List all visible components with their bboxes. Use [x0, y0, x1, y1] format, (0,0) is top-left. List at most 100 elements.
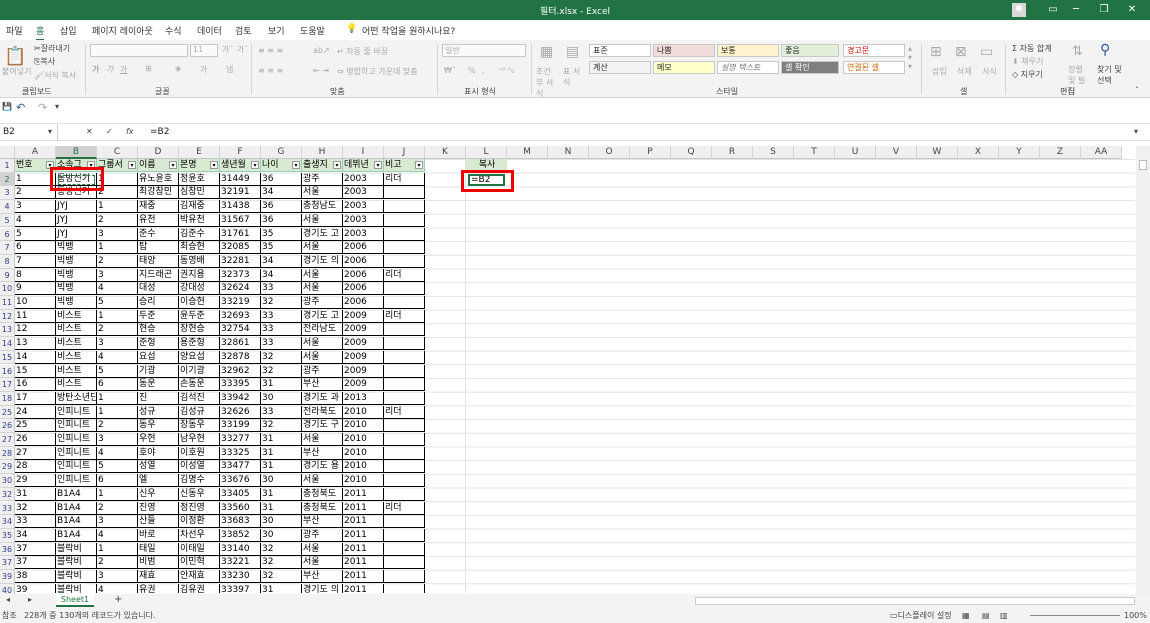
- table-cell[interactable]: 25: [15, 419, 56, 433]
- find-select-button[interactable]: 찾기 및 선택: [1097, 64, 1125, 86]
- table-cell[interactable]: 윤두준: [179, 309, 220, 323]
- table-cell[interactable]: 32373: [220, 268, 261, 282]
- table-cell[interactable]: 부산: [302, 515, 343, 529]
- table-cell[interactable]: 진: [138, 391, 179, 405]
- table-cell[interactable]: 충청북도: [302, 501, 343, 515]
- table-cell[interactable]: 지드래곤: [138, 268, 179, 282]
- table-cell[interactable]: 신우: [138, 487, 179, 501]
- table-cell[interactable]: 이승현: [179, 296, 220, 309]
- table-cell[interactable]: 현승: [138, 323, 179, 337]
- style-linked-cell[interactable]: 연결된 셀: [843, 61, 905, 74]
- table-cell[interactable]: 4: [97, 350, 138, 364]
- table-cell[interactable]: 1: [97, 241, 138, 255]
- table-cell[interactable]: 서울: [302, 542, 343, 556]
- close-button[interactable]: ✕: [1118, 0, 1146, 20]
- table-cell[interactable]: 우현: [138, 433, 179, 446]
- align-top-icon[interactable]: ≡ ≡ ≡: [258, 46, 283, 55]
- table-cell[interactable]: 서울: [302, 241, 343, 255]
- table-cell[interactable]: 33325: [220, 446, 261, 460]
- table-cell[interactable]: 블락비: [56, 542, 97, 556]
- paste-icon[interactable]: 📋: [4, 46, 26, 67]
- table-cell[interactable]: 바로: [138, 528, 179, 542]
- percent-button[interactable]: %: [468, 66, 476, 75]
- table-cell[interactable]: 32: [261, 350, 302, 364]
- row-header[interactable]: 12: [0, 309, 15, 324]
- table-cell[interactable]: 4: [97, 583, 138, 593]
- table-cell[interactable]: 이기광: [179, 364, 220, 378]
- table-cell[interactable]: 서울: [302, 213, 343, 227]
- table-cell[interactable]: 9: [15, 282, 56, 296]
- table-cell[interactable]: 2006: [343, 282, 384, 296]
- column-header-r[interactable]: R: [712, 146, 753, 159]
- table-cell[interactable]: B1A4: [56, 487, 97, 501]
- table-cell[interactable]: 블락비: [56, 570, 97, 583]
- cancel-icon[interactable]: ✕: [86, 127, 93, 136]
- table-cell[interactable]: 1: [97, 487, 138, 501]
- table-cell[interactable]: 인피니트: [56, 405, 97, 419]
- table-cell[interactable]: 32626: [220, 405, 261, 419]
- style-warning[interactable]: 경고문: [843, 44, 905, 57]
- formula-input[interactable]: =B2: [150, 127, 169, 137]
- select-all-corner[interactable]: [0, 146, 15, 159]
- table-cell[interactable]: 32: [261, 542, 302, 556]
- row-header[interactable]: 6: [0, 227, 15, 242]
- table-cell[interactable]: 재중: [138, 200, 179, 214]
- font-grow-icon[interactable]: 가ˆ: [222, 44, 233, 55]
- header-cell[interactable]: 출생지 ▾: [302, 159, 343, 172]
- table-cell[interactable]: 김유권: [179, 583, 220, 593]
- table-cell[interactable]: 정윤호: [179, 172, 220, 186]
- name-box-dropdown-icon[interactable]: ▾: [48, 127, 52, 136]
- table-cell[interactable]: 33852: [220, 528, 261, 542]
- table-cell[interactable]: 33230: [220, 570, 261, 583]
- table-cell[interactable]: 36: [261, 200, 302, 214]
- sheet-tab-sheet1[interactable]: Sheet1: [56, 594, 94, 607]
- table-cell[interactable]: 5: [15, 227, 56, 241]
- table-cell[interactable]: 광주: [302, 172, 343, 186]
- table-cell[interactable]: 경기도 의: [302, 254, 343, 268]
- row-header[interactable]: 17: [0, 378, 15, 392]
- table-cell[interactable]: 2011: [343, 556, 384, 570]
- table-cell[interactable]: 광주: [302, 528, 343, 542]
- row-header[interactable]: 13: [0, 323, 15, 338]
- table-cell[interactable]: 비범: [138, 556, 179, 570]
- table-cell[interactable]: 31567: [220, 213, 261, 227]
- table-cell[interactable]: 2: [97, 501, 138, 515]
- table-cell[interactable]: 32: [261, 364, 302, 378]
- row-header[interactable]: 33: [0, 501, 15, 516]
- table-cell[interactable]: 31: [261, 460, 302, 474]
- table-cell[interactable]: [384, 419, 425, 433]
- tab-formulas[interactable]: 수식: [165, 24, 182, 37]
- table-cell[interactable]: 4: [15, 213, 56, 227]
- table-cell[interactable]: B1A4: [56, 515, 97, 529]
- table-cell[interactable]: 4: [97, 282, 138, 296]
- table-cell[interactable]: [384, 391, 425, 405]
- table-cell[interactable]: 31438: [220, 200, 261, 214]
- table-cell[interactable]: 31449: [220, 172, 261, 186]
- decimal-icon[interactable]: ⁺⁰ ⁰₀: [498, 66, 514, 75]
- table-cell[interactable]: 31: [261, 487, 302, 501]
- table-cell[interactable]: 32962: [220, 364, 261, 378]
- table-cell[interactable]: [384, 350, 425, 364]
- table-cell[interactable]: [384, 227, 425, 241]
- table-cell[interactable]: [384, 213, 425, 227]
- find-select-icon[interactable]: ⚲: [1100, 42, 1110, 58]
- restore-button[interactable]: ❐: [1090, 0, 1118, 20]
- function-icon[interactable]: fx: [126, 127, 134, 136]
- table-cell[interactable]: 32861: [220, 337, 261, 351]
- table-cell[interactable]: 5: [97, 296, 138, 309]
- table-cell[interactable]: 재효: [138, 570, 179, 583]
- table-cell[interactable]: 김명수: [179, 474, 220, 488]
- table-cell[interactable]: 이태일: [179, 542, 220, 556]
- table-cell[interactable]: 두준: [138, 309, 179, 323]
- table-cell[interactable]: 33219: [220, 296, 261, 309]
- filter-dropdown-icon[interactable]: ▾: [169, 161, 177, 169]
- table-cell[interactable]: 32754: [220, 323, 261, 337]
- table-cell[interactable]: 유권: [138, 583, 179, 593]
- table-cell[interactable]: 호야: [138, 446, 179, 460]
- table-cell[interactable]: 34: [261, 268, 302, 282]
- save-icon[interactable]: 💾: [2, 102, 12, 111]
- table-cell[interactable]: 정진영: [179, 501, 220, 515]
- table-cell[interactable]: 32624: [220, 282, 261, 296]
- tab-file[interactable]: 파일: [6, 24, 23, 37]
- table-cell[interactable]: 비스트: [56, 337, 97, 351]
